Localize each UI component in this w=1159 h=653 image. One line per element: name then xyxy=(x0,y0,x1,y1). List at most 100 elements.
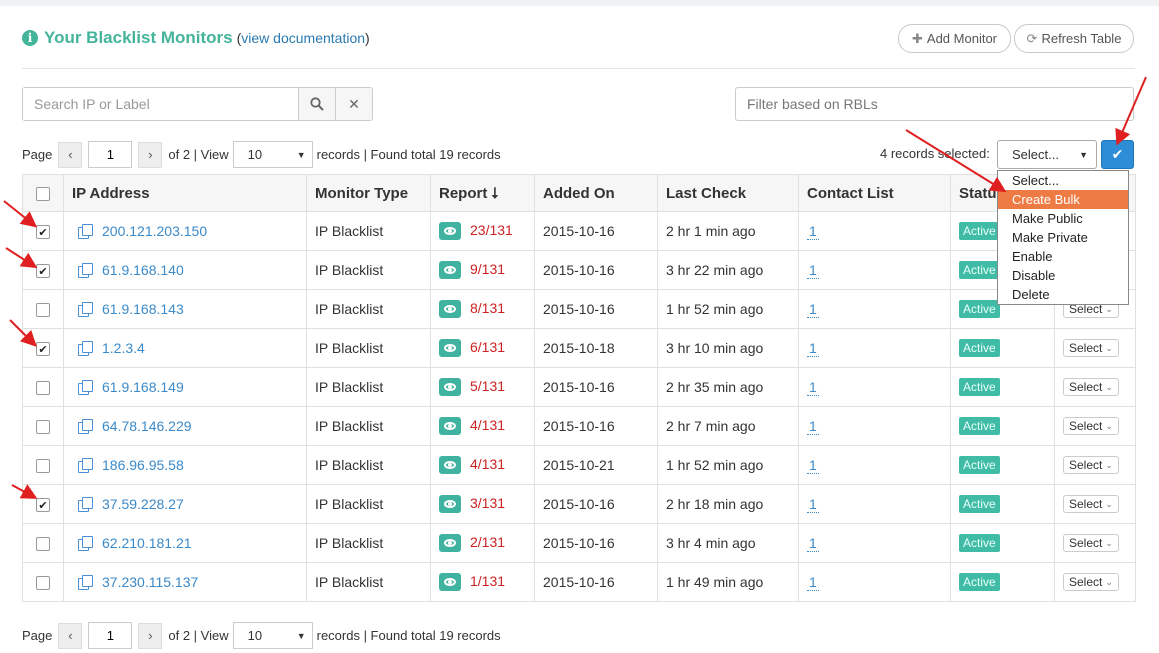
bulk-option[interactable]: Make Private xyxy=(998,228,1128,247)
contact-list-link[interactable]: 1 xyxy=(807,301,819,318)
report-count[interactable]: 5/131 xyxy=(470,378,505,394)
report-count[interactable]: 3/131 xyxy=(470,495,505,511)
copy-icon[interactable] xyxy=(78,419,93,434)
row-checkbox[interactable] xyxy=(36,420,50,435)
contact-list-link[interactable]: 1 xyxy=(807,379,819,396)
report-count[interactable]: 1/131 xyxy=(470,573,505,589)
eye-icon[interactable] xyxy=(439,339,461,358)
row-checkbox[interactable] xyxy=(36,459,50,474)
ip-link[interactable]: 1.2.3.4 xyxy=(102,340,145,356)
row-checkbox[interactable]: ✔ xyxy=(36,342,50,357)
copy-icon[interactable] xyxy=(78,302,93,317)
copy-icon[interactable] xyxy=(78,380,93,395)
next-page-button[interactable]: › xyxy=(138,622,163,649)
ip-link[interactable]: 62.210.181.21 xyxy=(102,535,192,551)
row-checkbox[interactable]: ✔ xyxy=(36,225,50,240)
bulk-option[interactable]: Enable xyxy=(998,247,1128,266)
bulk-option[interactable]: Create Bulk Report xyxy=(998,190,1128,226)
contact-list-link[interactable]: 1 xyxy=(807,418,819,435)
contact-list-link[interactable]: 1 xyxy=(807,340,819,357)
report-count[interactable]: 9/131 xyxy=(470,261,505,277)
report-count[interactable]: 6/131 xyxy=(470,339,505,355)
row-action-select[interactable]: Select⌄ xyxy=(1063,378,1119,396)
col-ip-address[interactable]: IP Address xyxy=(63,174,307,212)
search-input[interactable] xyxy=(23,88,298,120)
bulk-action-select[interactable]: Select... ▼ xyxy=(997,140,1097,169)
row-action-select[interactable]: Select⌄ xyxy=(1063,573,1119,591)
bulk-option[interactable]: Make Public xyxy=(998,209,1128,228)
table-row: 62.210.181.21 IP Blacklist 2/131 2015-10… xyxy=(22,523,1136,563)
row-checkbox[interactable] xyxy=(36,537,50,552)
copy-icon[interactable] xyxy=(78,497,93,512)
row-checkbox[interactable] xyxy=(36,303,50,318)
eye-icon[interactable] xyxy=(439,222,461,241)
row-action-select[interactable]: Select⌄ xyxy=(1063,495,1119,513)
row-action-select[interactable]: Select⌄ xyxy=(1063,534,1119,552)
eye-icon[interactable] xyxy=(439,495,461,514)
col-added-on[interactable]: Added On xyxy=(534,174,658,212)
rbl-filter-input[interactable] xyxy=(735,87,1134,121)
report-count[interactable]: 23/131 xyxy=(470,222,513,238)
row-action-select[interactable]: Select⌄ xyxy=(1063,339,1119,357)
eye-icon[interactable] xyxy=(439,417,461,436)
contact-list-link[interactable]: 1 xyxy=(807,574,819,591)
bulk-option[interactable]: Delete xyxy=(998,285,1128,304)
col-last-check[interactable]: Last Check xyxy=(657,174,799,212)
ip-link[interactable]: 61.9.168.143 xyxy=(102,301,184,317)
ip-link[interactable]: 200.121.203.150 xyxy=(102,223,207,239)
eye-icon[interactable] xyxy=(439,378,461,397)
view-documentation-link[interactable]: view documentation xyxy=(241,30,365,46)
eye-icon[interactable] xyxy=(439,456,461,475)
col-report[interactable]: Report ⭣ xyxy=(430,174,535,212)
contact-list-link[interactable]: 1 xyxy=(807,535,819,552)
refresh-table-button[interactable]: ⟳ Refresh Table xyxy=(1014,24,1134,53)
prev-page-button[interactable]: ‹ xyxy=(58,141,83,168)
col-contact-list[interactable]: Contact List xyxy=(798,174,951,212)
copy-icon[interactable] xyxy=(78,341,93,356)
next-page-button[interactable]: › xyxy=(138,141,163,168)
search-button[interactable] xyxy=(298,88,335,120)
copy-icon[interactable] xyxy=(78,575,93,590)
contact-list-link[interactable]: 1 xyxy=(807,223,819,240)
eye-icon[interactable] xyxy=(439,534,461,553)
eye-icon[interactable] xyxy=(439,573,461,592)
page-input[interactable] xyxy=(88,622,133,649)
eye-icon[interactable] xyxy=(439,300,461,319)
report-count[interactable]: 4/131 xyxy=(470,417,505,433)
row-checkbox[interactable]: ✔ xyxy=(36,264,50,279)
select-all-checkbox[interactable] xyxy=(36,186,50,201)
copy-icon[interactable] xyxy=(78,458,93,473)
row-checkbox[interactable]: ✔ xyxy=(36,498,50,513)
prev-page-button[interactable]: ‹ xyxy=(58,622,83,649)
contact-list-link[interactable]: 1 xyxy=(807,496,819,513)
ip-link[interactable]: 37.59.228.27 xyxy=(102,496,184,512)
report-count[interactable]: 2/131 xyxy=(470,534,505,550)
copy-icon[interactable] xyxy=(78,263,93,278)
row-action-select[interactable]: Select⌄ xyxy=(1063,456,1119,474)
contact-list-link[interactable]: 1 xyxy=(807,262,819,279)
contact-list-link[interactable]: 1 xyxy=(807,457,819,474)
ip-link[interactable]: 61.9.168.140 xyxy=(102,262,184,278)
col-monitor-type[interactable]: Monitor Type xyxy=(306,174,431,212)
eye-icon[interactable] xyxy=(439,261,461,280)
ip-link[interactable]: 186.96.95.58 xyxy=(102,457,184,473)
report-count[interactable]: 8/131 xyxy=(470,300,505,316)
add-monitor-button[interactable]: ✚ Add Monitor xyxy=(898,24,1011,53)
report-count[interactable]: 4/131 xyxy=(470,456,505,472)
ip-link[interactable]: 61.9.168.149 xyxy=(102,379,184,395)
bulk-option[interactable]: Disable xyxy=(998,266,1128,285)
row-action-select[interactable]: Select⌄ xyxy=(1063,417,1119,435)
clear-search-button[interactable]: ✕ xyxy=(335,88,372,120)
pager-top: Page ‹ › of 2 | View 10▼ records | Found… xyxy=(22,141,501,168)
view-count-select[interactable]: 10 ▼ xyxy=(232,622,313,649)
row-checkbox[interactable] xyxy=(36,576,50,591)
bulk-option[interactable]: Select... xyxy=(998,171,1128,190)
copy-icon[interactable] xyxy=(78,536,93,551)
ip-link[interactable]: 64.78.146.229 xyxy=(102,418,192,434)
ip-link[interactable]: 37.230.115.137 xyxy=(102,574,198,590)
copy-icon[interactable] xyxy=(78,224,93,239)
view-count-select[interactable]: 10 ▼ xyxy=(232,141,313,168)
apply-bulk-button[interactable]: ✔ xyxy=(1101,140,1134,169)
row-checkbox[interactable] xyxy=(36,381,50,396)
page-input[interactable] xyxy=(88,141,133,168)
